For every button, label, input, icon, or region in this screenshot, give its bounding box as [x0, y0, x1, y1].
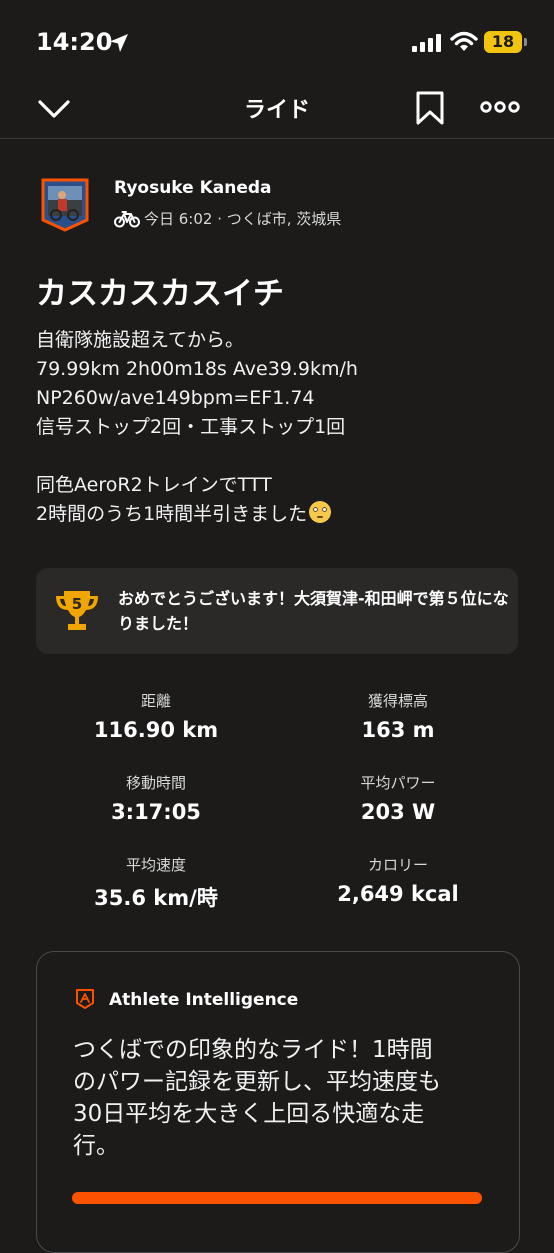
stat-label: 距離 — [140, 692, 171, 710]
summary-line: のパワー記録を更新し、平均速度も — [73, 1069, 441, 1095]
stat-value: 116.90 km — [93, 718, 219, 742]
stat-value: 2,649 kcal — [337, 882, 459, 906]
athlete-intelligence-card[interactable]: Athlete Intelligence つくばでの印象的なライド！1時間 のパ… — [36, 951, 520, 1253]
description-line: 信号ストップ2回・工事ストップ1回 — [36, 416, 346, 438]
stat-moving-time: 移動時間 3:17:05 — [26, 772, 286, 824]
summary-line: つくばでの印象的なライド！1時間 — [73, 1037, 433, 1063]
cellular-signal-icon — [412, 34, 441, 52]
stat-label: 獲得標高 — [367, 692, 428, 710]
athlete-intelligence-title: Athlete Intelligence — [109, 990, 299, 1010]
more-options-icon[interactable] — [480, 94, 520, 120]
stat-label: 移動時間 — [125, 774, 186, 792]
activity-date-location: 今日 6:02 · つくば市, 茨城県 — [144, 210, 342, 228]
athlete-intelligence-summary: つくばでの印象的なライド！1時間 のパワー記録を更新し、平均速度も 30日平均を… — [73, 1034, 493, 1162]
achievement-banner[interactable]: 5 おめでとうございます！大須賀津-和田岬で第５位になりました！ — [36, 568, 518, 654]
description-spacer — [36, 442, 526, 471]
wifi-icon — [450, 31, 478, 51]
stat-avg-power: 平均パワー 203 W — [268, 772, 528, 824]
location-arrow-icon — [110, 34, 128, 52]
description-line: NP260w/ave149bpm=EF1.74 — [36, 387, 315, 409]
stat-value: 203 W — [360, 800, 436, 824]
battery-cap — [524, 38, 527, 46]
stat-calories: カロリー 2,649 kcal — [268, 854, 528, 906]
bookmark-icon[interactable] — [414, 90, 446, 126]
athlete-name[interactable]: Ryosuke Kaneda — [114, 178, 272, 198]
activity-description: 自衛隊施設超えてから。 79.99km 2h00m18s Ave39.9km/h… — [36, 326, 526, 529]
stat-value: 3:17:05 — [111, 800, 201, 824]
stat-value: 163 m — [361, 718, 435, 742]
page-title: ライド — [243, 98, 310, 123]
bike-icon — [114, 211, 140, 228]
stat-value: 35.6 km/時 — [94, 886, 218, 910]
nav-bar: ライド — [0, 80, 554, 139]
battery-indicator: 18 — [484, 31, 522, 53]
stat-elevation: 獲得標高 163 m — [268, 690, 528, 742]
description-line: 2時間のうち1時間半引きました — [36, 503, 308, 525]
summary-line: 30日平均を大きく上回る快適な走 — [73, 1101, 425, 1127]
description-line-with-emoji: 2時間のうち1時間半引きました — [36, 500, 526, 529]
stat-distance: 距離 116.90 km — [26, 690, 286, 742]
stat-label: 平均速度 — [125, 856, 186, 874]
achievement-text: おめでとうございます！大須賀津-和田岬で第５位になりました！ — [118, 589, 509, 633]
description-line: 同色AeroR2トレインでTTT — [36, 474, 272, 496]
stat-label: カロリー — [367, 856, 428, 874]
description-line: 79.99km 2h00m18s Ave39.9km/h — [36, 358, 358, 380]
trophy-rank: 5 — [72, 595, 82, 613]
status-bar: 14:20 18 — [0, 0, 554, 80]
battery-level: 18 — [491, 32, 515, 51]
description-line: 自衛隊施設超えてから。 — [36, 329, 245, 351]
athlete-intelligence-icon — [76, 989, 94, 1009]
athlete-avatar[interactable] — [40, 178, 90, 232]
stat-avg-speed: 平均速度 35.6 km/時 — [26, 854, 286, 912]
summary-line: 行。 — [73, 1133, 119, 1159]
status-time: 14:20 — [36, 28, 113, 56]
stat-label: 平均パワー — [360, 774, 436, 792]
trophy-icon: 5 — [56, 591, 98, 630]
ai-card-action-button[interactable] — [72, 1192, 482, 1204]
eye-roll-emoji-icon — [309, 501, 332, 523]
activity-title: カスカスカスイチ — [36, 276, 284, 312]
